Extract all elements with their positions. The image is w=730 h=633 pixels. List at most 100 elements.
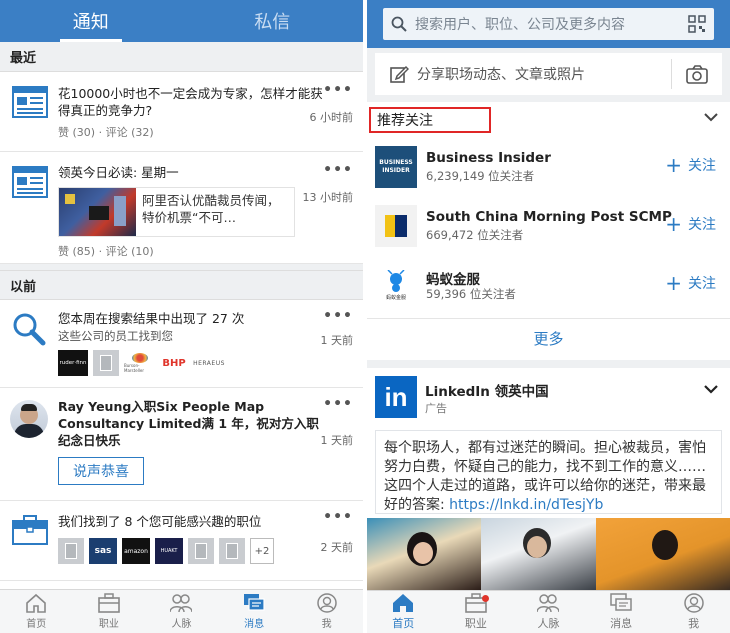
notification-item[interactable]: 领英今日必读: 星期一 阿里否认优酷裁员传闻，特价机票“不可… 赞 (85) ·…	[0, 152, 363, 264]
company-logo: BHP	[162, 357, 186, 369]
nav-label: 职业	[98, 619, 119, 630]
divider	[367, 318, 730, 319]
follower-count: 6,239,149 位关注者	[426, 169, 535, 183]
nav-me[interactable]: 我	[290, 590, 363, 633]
company-logo: HUAKT	[155, 538, 183, 564]
post-body: 每个职场人，都有过迷茫的瞬间。担心被裁员，害怕努力白费，怀疑自己的能力，找不到工…	[375, 430, 722, 514]
avatar[interactable]	[10, 400, 48, 438]
nav-label: 人脉	[537, 617, 560, 630]
linkedin-logo[interactable]: in	[375, 376, 417, 418]
qr-code-icon[interactable]	[688, 15, 706, 33]
company-name: South China Morning Post SCMP	[426, 209, 672, 225]
notification-title: 花10000小时也不一定会成为专家，怎样才能获得真正的竞争力?	[58, 86, 323, 118]
nav-messages[interactable]: 消息	[218, 590, 291, 633]
nav-jobs[interactable]: 职业	[440, 591, 513, 633]
nav-me[interactable]: 我	[657, 591, 730, 633]
home-icon	[393, 594, 414, 612]
tab-notifications[interactable]: 通知	[0, 0, 182, 42]
sponsored-label: 广告	[425, 402, 447, 415]
nav-label: 消息	[244, 619, 265, 630]
home-feed-panel: 搜索用户、职位、公司及更多内容 分享职场动态、文章或照片 推荐关注 BUSINE…	[367, 0, 730, 633]
chevron-down-icon[interactable]	[704, 384, 718, 394]
notification-item[interactable]: 花10000小时也不一定会成为专家，怎样才能获得真正的竞争力? 赞 (30) ·…	[0, 72, 363, 152]
briefcase-icon	[12, 515, 48, 549]
company-name: 蚂蚁金服	[426, 272, 480, 288]
people-icon	[170, 594, 193, 613]
briefcase-icon	[98, 593, 120, 613]
recommended-item[interactable]: South China Morning Post SCMP 669,472 位关…	[375, 205, 730, 251]
more-options-icon[interactable]: •••	[323, 308, 353, 324]
follower-count: 59,396 位关注者	[426, 287, 516, 301]
follow-button[interactable]: + 关注	[665, 273, 716, 293]
more-options-icon[interactable]: •••	[323, 396, 353, 412]
company-logo-row: sas amazon HUAKT +2	[58, 538, 274, 564]
nav-label: 人脉	[171, 619, 192, 630]
more-logos-count[interactable]: +2	[250, 538, 274, 564]
share-update-box[interactable]: 分享职场动态、文章或照片	[375, 53, 722, 95]
recommended-item[interactable]: 蚂蚁金服 蚂蚁金服 59,396 位关注者 + 关注	[375, 264, 730, 310]
notification-time: 6 小时前	[309, 111, 354, 124]
nav-jobs[interactable]: 职业	[73, 590, 146, 633]
ant-icon	[387, 269, 405, 292]
camera-icon[interactable]	[686, 64, 708, 84]
notification-title: 您本周在搜索结果中出现了 27 次	[58, 311, 245, 326]
follower-count: 669,472 位关注者	[426, 228, 524, 242]
company-logo	[375, 205, 417, 247]
profile-icon	[683, 593, 704, 613]
article-preview-text: 阿里否认优酷裁员传闻，特价机票“不可…	[142, 193, 280, 225]
follow-button[interactable]: + 关注	[665, 214, 716, 234]
nav-label: 消息	[610, 617, 633, 630]
nav-label: 首页	[392, 617, 415, 630]
search-input[interactable]: 搜索用户、职位、公司及更多内容	[383, 8, 714, 40]
nav-network[interactable]: 人脉	[145, 590, 218, 633]
tab-bar: 通知 私信	[0, 0, 363, 42]
company-logo-placeholder	[58, 538, 84, 564]
nav-label: 职业	[464, 617, 487, 630]
company-logo-placeholder	[219, 538, 245, 564]
article-thumbnail	[59, 188, 136, 236]
company-logo-placeholder	[188, 538, 214, 564]
more-button[interactable]: 更多	[367, 328, 730, 349]
post-image	[367, 518, 481, 590]
congratulate-button[interactable]: 说声恭喜	[58, 457, 144, 485]
section-earlier: 以前	[0, 270, 363, 300]
recommended-title: 推荐关注	[369, 107, 491, 133]
plus-icon: +	[665, 212, 682, 236]
follow-button[interactable]: + 关注	[665, 155, 716, 175]
post-image-strip[interactable]	[367, 518, 730, 590]
nav-home[interactable]: 首页	[367, 591, 440, 633]
notification-title: 领英今日必读: 星期一	[58, 165, 179, 180]
more-options-icon[interactable]: •••	[323, 162, 353, 178]
profile-icon	[316, 593, 337, 613]
post-author-name[interactable]: LinkedIn 领英中国	[425, 380, 549, 400]
notification-item[interactable]: 我们找到了 8 个您可能感兴趣的职位 sas amazon HUAKT +2 •…	[0, 501, 363, 581]
recommended-follows-card: 推荐关注 BUSINESS INSIDER Business Insider 6…	[367, 102, 730, 360]
company-name: Business Insider	[426, 150, 551, 166]
screen-root: 通知 私信 最近 花10000小时也不一定会成为专家，怎样才能获得真正的竞争力?…	[0, 0, 730, 633]
company-logo-row: ruder·finn Burson-Marsteller BHP HERAEUS	[58, 350, 226, 376]
article-preview-card[interactable]: 阿里否认优酷裁员传闻，特价机票“不可…	[58, 187, 295, 237]
notification-title: Ray Yeung入职Six People Map Consultancy Li…	[58, 399, 319, 448]
tab-messages[interactable]: 私信	[182, 0, 364, 42]
post-image	[596, 518, 730, 590]
chevron-down-icon[interactable]	[704, 112, 718, 122]
nav-network[interactable]: 人脉	[512, 591, 585, 633]
sponsored-post-card: in LinkedIn 领英中国 广告 每个职场人，都有过迷茫的瞬间。担心被裁员…	[367, 368, 730, 590]
post-link[interactable]: https://lnkd.in/dTesjYb	[449, 497, 603, 513]
search-header: 搜索用户、职位、公司及更多内容	[367, 0, 730, 48]
plus-icon: +	[665, 153, 682, 177]
company-logo: Burson-Marsteller	[124, 350, 156, 376]
company-logo: amazon	[122, 538, 150, 564]
more-options-icon[interactable]: •••	[323, 509, 353, 525]
nav-home[interactable]: 首页	[0, 590, 73, 633]
notification-subtitle: 这些公司的员工找到您	[58, 329, 173, 343]
company-logo: BUSINESS INSIDER	[375, 146, 417, 188]
company-logo: sas	[89, 538, 117, 564]
company-logo: HERAEUS	[193, 359, 225, 367]
notification-item[interactable]: Ray Yeung入职Six People Map Consultancy Li…	[0, 388, 363, 501]
notification-item[interactable]: 您本周在搜索结果中出现了 27 次 这些公司的员工找到您 ruder·finn …	[0, 300, 363, 388]
recommended-item[interactable]: BUSINESS INSIDER Business Insider 6,239,…	[375, 146, 730, 192]
more-options-icon[interactable]: •••	[323, 82, 353, 98]
notification-badge	[481, 595, 489, 602]
nav-messages[interactable]: 消息	[585, 591, 658, 633]
